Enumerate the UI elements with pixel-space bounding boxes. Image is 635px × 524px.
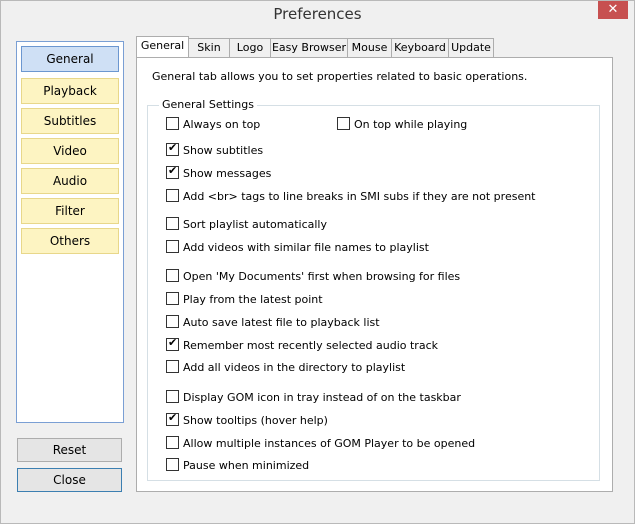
checkbox-box[interactable]: [166, 292, 179, 305]
checkbox-label: Always on top: [183, 118, 261, 131]
checkbox-multiple-instances[interactable]: Allow multiple instances of GOM Player t…: [166, 436, 475, 450]
checkbox-label: Show subtitles: [183, 144, 264, 157]
checkbox-label: Display GOM icon in tray instead of on t…: [183, 391, 461, 404]
sidebar-item-subtitles[interactable]: Subtitles: [21, 108, 119, 134]
window-title: Preferences: [273, 5, 362, 23]
checkbox-label: Allow multiple instances of GOM Player t…: [183, 437, 476, 450]
checkbox-box[interactable]: [166, 458, 179, 471]
sidebar-item-filter[interactable]: Filter: [21, 198, 119, 224]
checkbox-box[interactable]: [166, 117, 179, 130]
checkbox-show-tooltips[interactable]: ✔ Show tooltips (hover help): [166, 411, 328, 427]
close-window-button[interactable]: ✕: [598, 1, 628, 19]
checkbox-box[interactable]: [166, 315, 179, 328]
checkbox-box[interactable]: [166, 240, 179, 253]
checkbox-add-br-tags[interactable]: Add <br> tags to line breaks in SMI subs…: [166, 189, 536, 203]
checkbox-open-my-documents[interactable]: Open 'My Documents' first when browsing …: [166, 269, 460, 283]
tab-keyboard[interactable]: Keyboard: [391, 38, 449, 57]
checkmark-icon: ✔: [168, 336, 178, 349]
checkbox-label: Open 'My Documents' first when browsing …: [183, 270, 461, 283]
checkbox-add-similar-videos[interactable]: Add videos with similar file names to pl…: [166, 240, 429, 254]
checkbox-box[interactable]: [166, 390, 179, 403]
reset-button[interactable]: Reset: [17, 438, 122, 462]
preferences-window: Preferences ✕ General Playback Subtitles…: [0, 0, 635, 524]
checkbox-play-from-latest[interactable]: Play from the latest point: [166, 292, 323, 306]
checkbox-label: Show tooltips (hover help): [183, 414, 328, 427]
checkmark-icon: ✔: [168, 164, 178, 177]
group-label: General Settings: [159, 98, 257, 111]
sidebar-item-others[interactable]: Others: [21, 228, 119, 254]
checkmark-icon: ✔: [168, 141, 178, 154]
panel-description: General tab allows you to set properties…: [152, 70, 528, 83]
checkbox-box[interactable]: [166, 436, 179, 449]
checkbox-tray-icon[interactable]: Display GOM icon in tray instead of on t…: [166, 390, 461, 404]
checkbox-box[interactable]: [166, 189, 179, 202]
checkbox-box[interactable]: ✔: [166, 141, 179, 156]
checkbox-label: Add all videos in the directory to playl…: [183, 361, 406, 374]
tab-logo[interactable]: Logo: [229, 38, 271, 57]
title-bar: Preferences ✕: [1, 1, 634, 29]
checkbox-label: Auto save latest file to playback list: [183, 316, 380, 329]
checkbox-auto-save-latest[interactable]: Auto save latest file to playback list: [166, 315, 380, 329]
close-button[interactable]: Close: [17, 468, 122, 492]
checkbox-box[interactable]: [337, 117, 350, 130]
checkbox-label: On top while playing: [354, 118, 468, 131]
checkbox-pause-minimized[interactable]: Pause when minimized: [166, 458, 309, 472]
sidebar-item-general[interactable]: General: [21, 46, 119, 72]
tab-general[interactable]: General: [136, 36, 189, 57]
sidebar-item-video[interactable]: Video: [21, 138, 119, 164]
checkbox-box[interactable]: ✔: [166, 336, 179, 351]
checkbox-box[interactable]: ✔: [166, 164, 179, 179]
sidebar-item-playback[interactable]: Playback: [21, 78, 119, 104]
tab-mouse[interactable]: Mouse: [347, 38, 392, 57]
sidebar-item-audio[interactable]: Audio: [21, 168, 119, 194]
checkmark-icon: ✔: [168, 411, 178, 424]
checkbox-box[interactable]: [166, 360, 179, 373]
checkbox-box[interactable]: ✔: [166, 411, 179, 426]
checkbox-show-subtitles[interactable]: ✔ Show subtitles: [166, 141, 264, 157]
tab-skin[interactable]: Skin: [188, 38, 230, 57]
checkbox-sort-playlist[interactable]: Sort playlist automatically: [166, 217, 327, 231]
checkbox-label: Play from the latest point: [183, 293, 323, 306]
checkbox-on-top-while-playing[interactable]: On top while playing: [337, 117, 467, 131]
checkbox-label: Pause when minimized: [183, 459, 310, 472]
checkbox-label: Show messages: [183, 167, 272, 180]
checkbox-label: Add videos with similar file names to pl…: [183, 241, 429, 254]
checkbox-label: Add <br> tags to line breaks in SMI subs…: [183, 190, 536, 203]
checkbox-label: Sort playlist automatically: [183, 218, 327, 231]
general-tab-panel: General tab allows you to set properties…: [136, 57, 613, 492]
checkbox-show-messages[interactable]: ✔ Show messages: [166, 164, 272, 180]
tab-easy-browser[interactable]: Easy Browser: [270, 38, 348, 57]
close-icon: ✕: [607, 2, 619, 17]
checkbox-always-on-top[interactable]: Always on top: [166, 117, 260, 131]
tab-update[interactable]: Update: [448, 38, 494, 57]
checkbox-remember-audio-track[interactable]: ✔ Remember most recently selected audio t…: [166, 336, 438, 352]
checkbox-label: Remember most recently selected audio tr…: [183, 339, 438, 352]
category-sidebar: General Playback Subtitles Video Audio F…: [16, 41, 124, 423]
checkbox-box[interactable]: [166, 269, 179, 282]
checkbox-box[interactable]: [166, 217, 179, 230]
checkbox-add-all-videos[interactable]: Add all videos in the directory to playl…: [166, 360, 405, 374]
